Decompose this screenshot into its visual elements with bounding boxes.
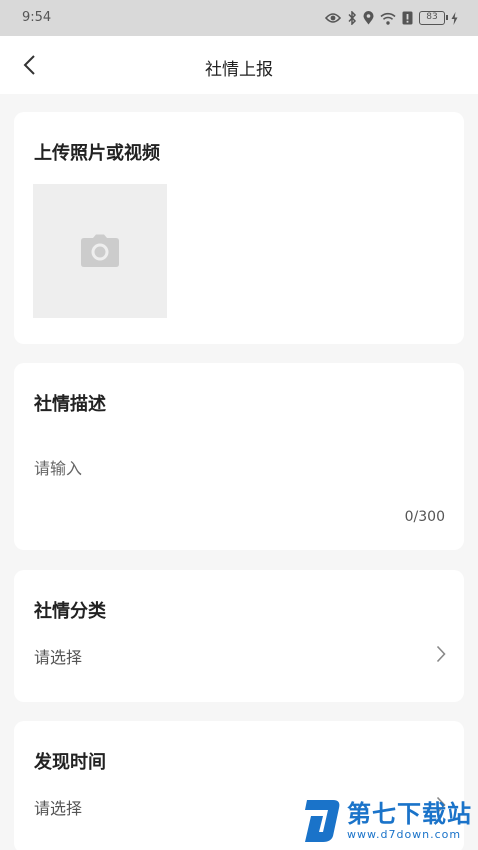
upload-photo-button[interactable] [33, 184, 167, 318]
page-title: 社情上报 [205, 60, 273, 80]
wifi-icon [380, 12, 396, 25]
upload-title: 上传照片或视频 [34, 143, 160, 164]
bluetooth-icon [347, 11, 357, 25]
category-select[interactable]: 请选择 [14, 640, 464, 670]
watermark: 第七下载站 www.d7down.com [303, 798, 472, 844]
description-card: 社情描述 0/300 [14, 363, 464, 550]
upload-card: 上传照片或视频 [14, 112, 464, 344]
time-placeholder: 请选择 [34, 799, 83, 818]
chevron-right-icon [436, 645, 446, 663]
eye-icon [325, 12, 341, 24]
alert-icon [402, 11, 413, 25]
status-time: 9:54 [22, 10, 52, 25]
watermark-url: www.d7down.com [347, 828, 462, 841]
camera-icon [81, 234, 119, 267]
description-input[interactable] [34, 455, 444, 505]
status-bar: 9:54 83 [0, 0, 478, 36]
location-icon [363, 11, 374, 25]
nav-bar: 社情上报 [0, 36, 478, 94]
category-placeholder: 请选择 [34, 648, 83, 667]
category-title: 社情分类 [34, 601, 106, 622]
charging-icon [451, 11, 458, 25]
status-icons: 83 [325, 9, 458, 27]
battery-icon: 83 [419, 11, 448, 25]
time-title: 发现时间 [34, 752, 106, 773]
watermark-name: 第七下载站 [347, 800, 472, 828]
description-title: 社情描述 [34, 394, 106, 415]
category-card: 社情分类 请选择 [14, 570, 464, 702]
watermark-logo-icon [305, 800, 340, 842]
char-counter: 0/300 [404, 509, 445, 525]
